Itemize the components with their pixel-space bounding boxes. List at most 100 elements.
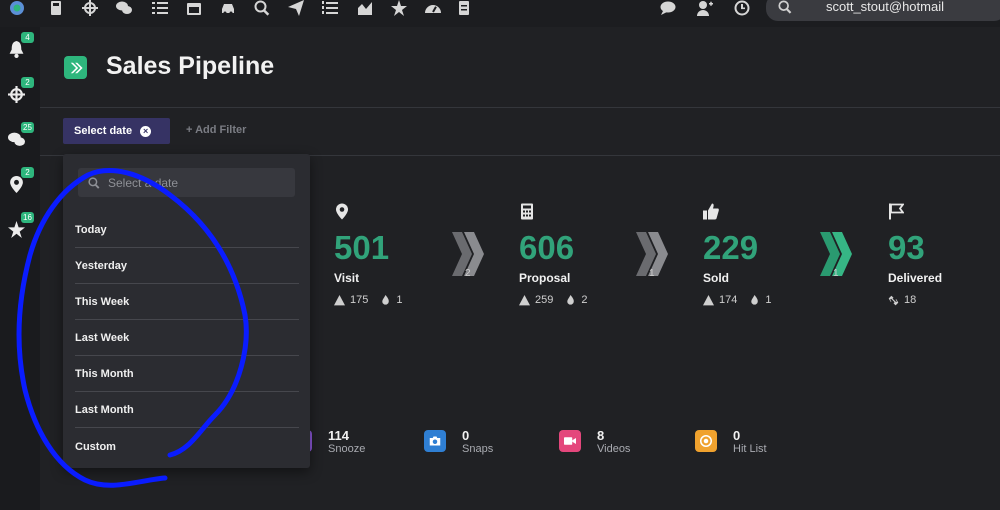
search-field[interactable]: scott_stout@hotmail xyxy=(766,0,1000,21)
top-toolbar: scott_stout@hotmail xyxy=(0,0,1000,27)
stage-label: Sold xyxy=(703,271,729,285)
search-icon xyxy=(88,176,100,189)
stage-meta: 175 1 xyxy=(334,294,402,306)
stage-hot-count: 2 xyxy=(581,294,588,306)
transition-count: 1 xyxy=(833,268,839,279)
stage-proposal[interactable]: 606 Proposal 259 2 xyxy=(519,203,587,306)
date-option-last-week[interactable]: Last Week xyxy=(75,320,299,356)
clear-date-icon[interactable]: × xyxy=(140,125,152,137)
search-icon xyxy=(778,0,792,14)
date-option-custom[interactable]: Custom xyxy=(75,429,299,465)
location-pin-icon xyxy=(10,176,23,193)
stage-meta: 18 xyxy=(888,294,916,306)
bell-icon xyxy=(9,41,24,58)
rail-chats[interactable]: 25 xyxy=(8,122,34,151)
activity-count: 0 xyxy=(462,428,470,443)
stage-label: Visit xyxy=(334,271,360,285)
stage-lost-count: 18 xyxy=(904,294,917,306)
transition-count: 2 xyxy=(465,268,471,279)
rail-notifications[interactable]: 4 xyxy=(8,32,34,61)
stage-warning-count: 174 xyxy=(719,294,738,306)
add-filter-button[interactable]: + Add Filter xyxy=(186,124,246,136)
area-chart-icon[interactable] xyxy=(356,0,374,16)
flame-icon xyxy=(382,294,390,305)
star-icon[interactable] xyxy=(390,0,408,16)
stage-count: 93 xyxy=(888,229,925,266)
stage-delivered[interactable]: 93 Delivered 18 xyxy=(888,203,942,306)
page-title: Sales Pipeline xyxy=(106,52,275,80)
stage-meta: 174 1 xyxy=(703,294,771,306)
date-option-yesterday[interactable]: Yesterday xyxy=(75,248,299,284)
chat-icon[interactable] xyxy=(115,0,133,16)
stage-warning-count: 175 xyxy=(350,294,369,306)
flame-icon xyxy=(567,294,575,305)
stage-label: Proposal xyxy=(519,271,571,285)
flag-icon xyxy=(888,203,905,220)
stage-visit[interactable]: 501 Visit 175 1 xyxy=(334,203,402,306)
stage-hot-count: 1 xyxy=(396,294,403,306)
stage-count: 501 xyxy=(334,229,390,266)
date-option-last-month[interactable]: Last Month xyxy=(75,392,299,428)
app-logo-icon[interactable] xyxy=(8,0,26,16)
crosshair-icon[interactable] xyxy=(81,0,99,16)
activity-count: 0 xyxy=(733,428,741,443)
rail-targets[interactable]: 2 xyxy=(8,77,34,106)
warning-icon xyxy=(334,294,345,305)
history-icon[interactable] xyxy=(733,0,751,16)
favorites-badge: 16 xyxy=(21,212,34,223)
activity-label: Videos xyxy=(597,443,631,455)
divider xyxy=(40,107,1000,108)
comment-icon[interactable] xyxy=(659,0,677,16)
thumbs-up-icon xyxy=(703,203,719,220)
notification-badge: 4 xyxy=(21,32,34,43)
chat-icon xyxy=(8,132,25,146)
stage-meta: 259 2 xyxy=(519,294,587,306)
location-pin-icon xyxy=(334,203,350,220)
rail-locations[interactable]: 2 xyxy=(8,167,34,196)
chats-badge: 25 xyxy=(21,122,34,133)
activity-label: Hit List xyxy=(733,443,767,455)
video-icon xyxy=(559,430,581,452)
activity-label: Snaps xyxy=(462,443,494,455)
warning-icon xyxy=(703,294,714,305)
calculator-icon[interactable] xyxy=(47,0,65,16)
stage-sold[interactable]: 229 Sold 174 1 xyxy=(703,203,771,306)
crosshair-icon xyxy=(8,86,25,103)
activity-count: 114 xyxy=(328,428,349,443)
locations-badge: 2 xyxy=(21,167,34,178)
select-date-button[interactable]: Select date × xyxy=(63,118,170,144)
activity-label: Snooze xyxy=(328,443,366,455)
select-date-label: Select date xyxy=(74,125,133,137)
date-dropdown: Today Yesterday This Week Last Week This… xyxy=(63,154,310,468)
magnify-plus-icon[interactable] xyxy=(253,0,271,16)
transition-count: 1 xyxy=(649,268,655,279)
stage-label: Delivered xyxy=(888,271,943,285)
speedometer-icon[interactable] xyxy=(424,0,442,16)
target-icon xyxy=(695,430,717,452)
add-user-icon[interactable] xyxy=(696,0,714,16)
document-icon[interactable] xyxy=(455,0,473,16)
flame-icon xyxy=(751,294,759,305)
targets-badge: 2 xyxy=(21,77,34,88)
date-search-input[interactable] xyxy=(78,168,295,197)
date-option-today[interactable]: Today xyxy=(75,212,299,248)
list-icon[interactable] xyxy=(151,0,169,16)
send-icon[interactable] xyxy=(287,0,305,16)
stage-hot-count: 1 xyxy=(765,294,772,306)
car-icon[interactable] xyxy=(219,0,237,16)
numbered-list-icon[interactable] xyxy=(321,0,339,16)
left-rail: 4 2 25 2 16 xyxy=(0,27,40,510)
search-value[interactable]: scott_stout@hotmail xyxy=(826,0,944,14)
stage-count: 229 xyxy=(703,229,759,266)
calculator-icon xyxy=(519,203,535,220)
star-icon xyxy=(8,221,25,238)
activity-count: 8 xyxy=(597,428,605,443)
calendar-icon[interactable] xyxy=(185,0,203,16)
double-chevron-icon xyxy=(64,56,87,79)
camera-icon xyxy=(424,430,446,452)
date-option-this-week[interactable]: This Week xyxy=(75,284,299,320)
broken-link-icon xyxy=(888,295,899,305)
rail-favorites[interactable]: 16 xyxy=(8,212,34,241)
date-option-this-month[interactable]: This Month xyxy=(75,356,299,392)
stage-count: 606 xyxy=(519,229,575,266)
